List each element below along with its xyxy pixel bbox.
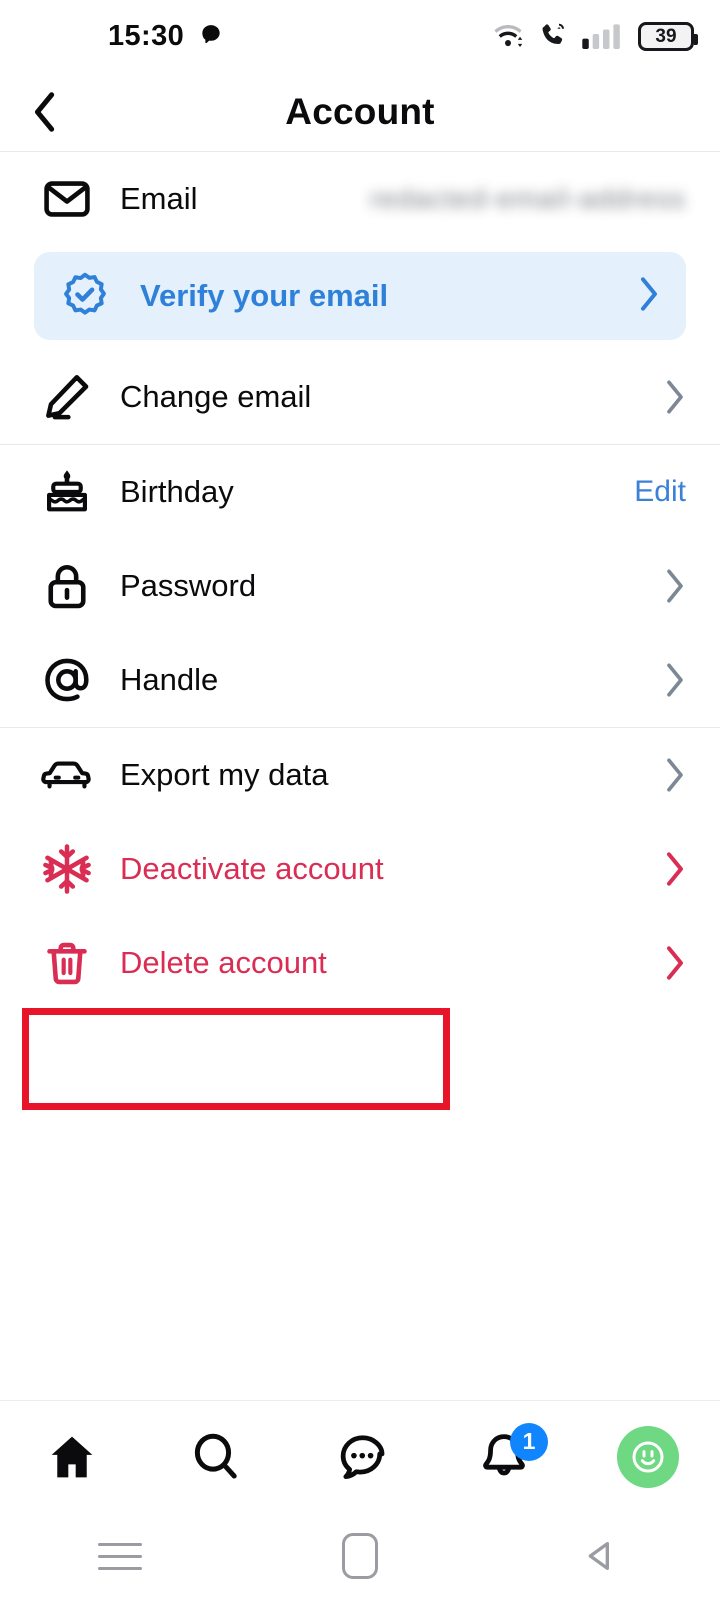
- chat-bubble-icon: [340, 1434, 385, 1479]
- section-data: Export my data Deactivate account Delete…: [0, 727, 720, 1010]
- phone-screen: 15:30 39 Account Email redacted-email-ad…: [0, 0, 720, 1600]
- android-navigation-bar: [0, 1512, 720, 1600]
- row-label-verify-email: Verify your email: [140, 278, 389, 313]
- row-label-export-data: Export my data: [120, 757, 329, 792]
- app-header: Account: [0, 72, 720, 152]
- birthday-cake-icon: [38, 467, 96, 517]
- verified-badge-icon: [56, 271, 114, 321]
- row-delete-account[interactable]: Delete account: [0, 916, 720, 1010]
- snowflake-icon: [38, 842, 96, 896]
- row-birthday[interactable]: Birthday Edit: [0, 445, 720, 539]
- settings-list: Email redacted-email-address Verify your…: [0, 152, 720, 1400]
- chevron-right-icon: [646, 660, 686, 700]
- avatar: [617, 1425, 679, 1488]
- email-value-redacted: redacted-email-address: [369, 183, 686, 214]
- wifi-icon: [494, 25, 523, 47]
- chevron-right-icon: [646, 755, 686, 795]
- row-label-password: Password: [120, 568, 257, 603]
- list-empty-space: [0, 1010, 720, 1400]
- page-title: Account: [285, 90, 435, 132]
- row-label-change-email: Change email: [120, 379, 312, 414]
- status-time: 15:30: [108, 19, 185, 52]
- notification-dot-icon: [202, 25, 220, 44]
- pencil-edit-icon: [38, 371, 96, 423]
- cellular-signal-icon: [582, 24, 620, 49]
- verify-email-banner-wrap: Verify your email: [0, 246, 720, 350]
- status-bar-left: 15:30: [108, 20, 224, 53]
- avatar-smiley-icon: [632, 1441, 664, 1472]
- wifi-calling-icon: [542, 23, 564, 44]
- section-profile: Birthday Edit Password Handle: [0, 444, 720, 727]
- nav-home[interactable]: [0, 1401, 144, 1513]
- lock-icon: [38, 561, 96, 611]
- nav-messages[interactable]: [288, 1401, 432, 1513]
- row-handle[interactable]: Handle: [0, 633, 720, 727]
- android-back-button[interactable]: [480, 1536, 720, 1576]
- android-home-button[interactable]: [240, 1533, 480, 1579]
- android-recents-button[interactable]: [0, 1542, 240, 1570]
- bottom-navigation: 1: [0, 1400, 720, 1512]
- battery-level: 39: [655, 25, 677, 47]
- home-square-icon: [342, 1533, 378, 1579]
- nav-notifications[interactable]: 1: [432, 1401, 576, 1513]
- status-bar-right: 39: [491, 21, 698, 51]
- notification-badge: 1: [510, 1422, 548, 1461]
- nav-search[interactable]: [144, 1401, 288, 1513]
- chevron-right-icon: [636, 274, 660, 319]
- recents-icon: [98, 1542, 142, 1570]
- chevron-right-icon: [646, 849, 686, 889]
- home-icon: [51, 1436, 93, 1477]
- back-triangle-icon: [588, 1542, 609, 1570]
- search-icon: [194, 1433, 237, 1479]
- chevron-left-icon: [34, 91, 55, 132]
- row-label-delete-account: Delete account: [120, 945, 327, 980]
- car-export-icon: [38, 748, 96, 802]
- birthday-edit-link[interactable]: Edit: [634, 475, 686, 509]
- row-verify-email[interactable]: Verify your email: [34, 252, 686, 340]
- chevron-right-icon: [646, 566, 686, 606]
- row-label-deactivate-account: Deactivate account: [120, 851, 384, 886]
- row-email[interactable]: Email redacted-email-address: [0, 152, 720, 246]
- back-button[interactable]: [6, 72, 82, 152]
- row-label-handle: Handle: [120, 662, 219, 697]
- row-change-email[interactable]: Change email: [0, 350, 720, 444]
- section-email: Email redacted-email-address Verify your…: [0, 152, 720, 444]
- status-bar: 15:30 39: [0, 0, 720, 72]
- envelope-icon: [38, 174, 96, 224]
- row-export-data[interactable]: Export my data: [0, 728, 720, 822]
- row-deactivate-account[interactable]: Deactivate account: [0, 822, 720, 916]
- at-sign-icon: [38, 654, 96, 706]
- row-label-birthday: Birthday: [120, 474, 234, 509]
- nav-profile[interactable]: [576, 1401, 720, 1513]
- trash-icon: [38, 938, 96, 988]
- chevron-right-icon: [646, 377, 686, 417]
- row-label-email: Email: [120, 181, 198, 216]
- row-password[interactable]: Password: [0, 539, 720, 633]
- chevron-right-icon: [646, 943, 686, 983]
- battery-indicator: 39: [638, 21, 698, 51]
